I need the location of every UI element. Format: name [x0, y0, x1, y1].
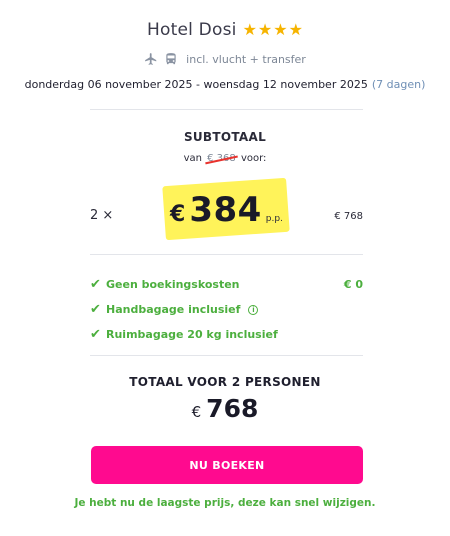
check-icon: ✔: [90, 327, 101, 342]
feature-label: Handbagage inclusief: [106, 303, 241, 316]
duration-label: (7 dagen): [371, 78, 426, 91]
from-prefix: van: [183, 153, 202, 164]
includes-text: incl. vlucht + transfer: [186, 52, 306, 66]
total-heading: TOTAAL VOOR 2 PERSONEN: [129, 375, 321, 389]
divider: [90, 254, 363, 255]
currency-symbol: €: [191, 403, 202, 421]
quantity: 2 ×: [90, 208, 114, 223]
price-per-person: € 384 p.p.: [170, 190, 283, 230]
plane-icon: [145, 53, 157, 65]
star-icon: ★: [257, 20, 273, 39]
star-icon: ★: [288, 20, 303, 39]
check-icon: ✔: [90, 277, 101, 292]
total-value: 768: [206, 394, 259, 423]
feature-label: Geen boekingskosten: [106, 278, 240, 291]
info-icon[interactable]: i: [248, 304, 259, 315]
bus-icon: [166, 53, 176, 65]
hotel-header: Hotel Dosi ★ ★ ★ ★: [0, 20, 450, 40]
row-total: € 768: [334, 211, 363, 222]
star-icon: ★: [273, 20, 288, 39]
from-price-row: van € 368 voor:: [0, 153, 450, 164]
travel-dates: donderdag 06 november 2025 - woensdag 12…: [0, 78, 450, 91]
list-item: ✔ Handbagage inclusief i: [90, 297, 363, 322]
book-now-button[interactable]: NU BOEKEN: [91, 446, 363, 484]
price-row: 2 × € 384 p.p. € 768: [90, 177, 363, 250]
price-value: 384: [189, 190, 262, 230]
star-icon: ★: [242, 20, 257, 39]
features-list: ✔ Geen boekingskosten € 0 ✔ Handbagage i…: [90, 272, 363, 347]
list-item: ✔ Geen boekingskosten € 0: [90, 272, 363, 297]
hotel-title: Hotel Dosi ★ ★ ★ ★: [147, 20, 303, 40]
from-suffix: voor:: [240, 153, 267, 164]
star-rating: ★ ★ ★ ★: [243, 22, 303, 38]
feature-label: Ruimbagage 20 kg inclusief: [106, 328, 278, 341]
hotel-name: Hotel Dosi: [147, 20, 237, 40]
total-price: € 768: [0, 394, 450, 423]
per-person-label: p.p.: [265, 214, 283, 224]
feature-amount: € 0: [343, 278, 363, 291]
currency-symbol: €: [170, 202, 186, 227]
date-range: donderdag 06 november 2025 - woensdag 12…: [24, 78, 368, 91]
lowest-price-note: Je hebt nu de laagste prijs, deze kan sn…: [74, 497, 376, 509]
subtotal-heading: SUBTOTAAL: [183, 130, 267, 144]
divider: [90, 355, 363, 356]
old-price: € 368: [207, 153, 236, 164]
divider: [90, 109, 363, 110]
check-icon: ✔: [90, 302, 101, 317]
includes-row: incl. vlucht + transfer: [0, 52, 450, 66]
list-item: ✔ Ruimbagage 20 kg inclusief: [90, 322, 363, 347]
